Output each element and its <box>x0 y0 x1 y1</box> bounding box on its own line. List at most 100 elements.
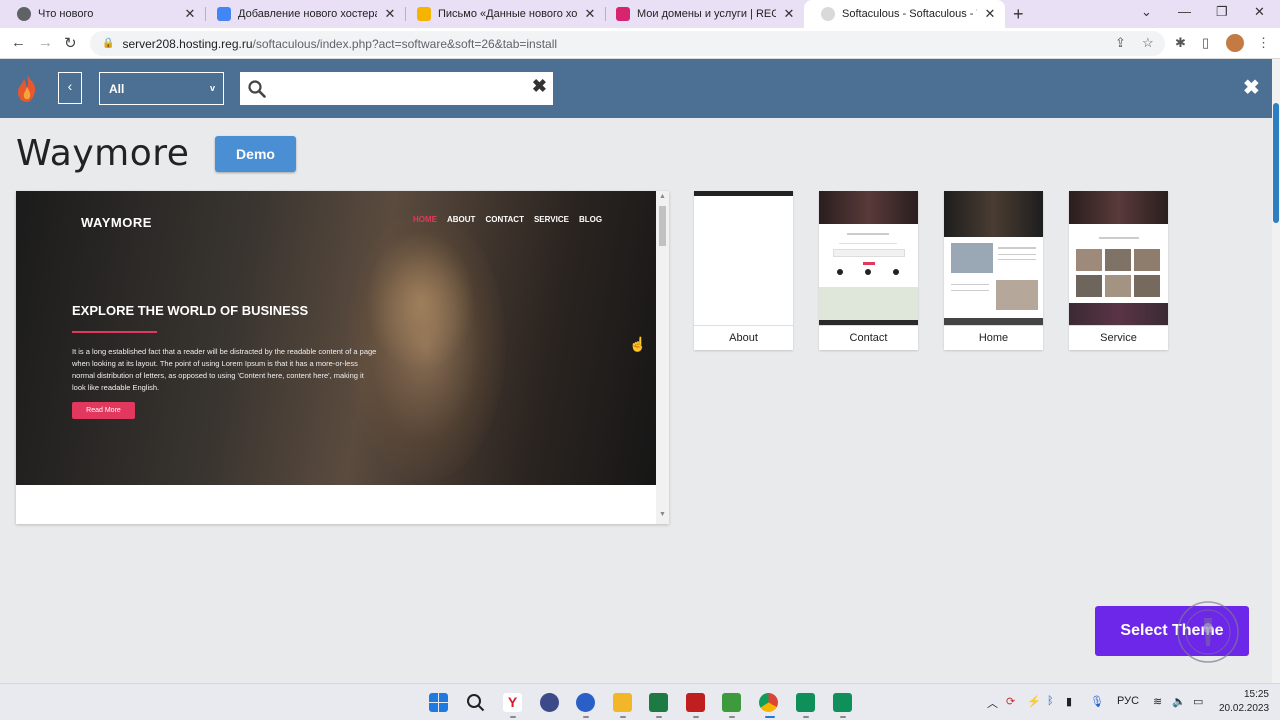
clock-time: 15:25 <box>1243 689 1269 700</box>
tray-microphone-icon[interactable]: 🎙 <box>1090 695 1104 708</box>
softaculous-logo-icon[interactable] <box>14 73 40 103</box>
chevron-down-icon: v <box>209 83 215 93</box>
taskbar-clock[interactable]: 15:25 20.02.2023 <box>1219 688 1269 716</box>
page-thumb-service[interactable]: Service <box>1069 191 1168 350</box>
taskbar-running-indicator <box>803 716 809 718</box>
camtasia-icon[interactable] <box>796 693 815 712</box>
preview-nav-home: HOME <box>413 215 437 224</box>
browser-tab-whats-new[interactable]: Что нового ✕ <box>0 0 205 28</box>
taskbar-running-indicator <box>729 716 735 718</box>
profile-avatar[interactable] <box>1226 34 1244 52</box>
page-thumb-image <box>694 191 793 325</box>
tray-sync-icon[interactable]: ⟳ <box>1006 695 1015 708</box>
url-host: server208.hosting.reg.ru <box>122 36 253 51</box>
kebab-menu-icon[interactable]: ⋮ <box>1257 35 1270 51</box>
excel-icon[interactable] <box>649 693 668 712</box>
tray-battery-icon[interactable]: ▭ <box>1193 695 1203 708</box>
close-icon[interactable]: ✕ <box>583 6 597 22</box>
softaculous-header: ‹ All v ✖ ✖ <box>0 59 1272 118</box>
tray-usb-icon[interactable]: ⚡ <box>1027 695 1041 708</box>
preview-site-logo: WAYMORE <box>81 215 152 230</box>
thumb-text-line <box>998 254 1036 255</box>
extensions-icon[interactable]: ✱ <box>1175 35 1186 51</box>
tray-bluetooth-icon[interactable]: ᛒ <box>1047 695 1054 707</box>
side-panel-icon[interactable]: ▯ <box>1202 35 1209 51</box>
thumb-text-line <box>839 243 897 244</box>
page-thumb-image <box>944 191 1043 325</box>
thumb-icon <box>865 269 871 275</box>
theme-title: Waymore <box>16 133 190 174</box>
page-thumb-contact[interactable]: Contact <box>819 191 918 350</box>
tray-chevron-up-icon[interactable]: ︿ <box>987 695 998 711</box>
camtasia-recorder-icon[interactable] <box>833 693 852 712</box>
category-select-value: All <box>109 82 125 96</box>
clear-search-icon[interactable]: ✖ <box>532 76 547 97</box>
tray-wifi-icon[interactable]: ≋ <box>1153 695 1162 708</box>
search-icon[interactable] <box>466 693 485 712</box>
notepad-icon[interactable] <box>722 693 741 712</box>
preview-nav-blog: BLOG <box>578 215 603 224</box>
close-icon[interactable]: ✕ <box>383 6 397 22</box>
close-icon[interactable]: ✕ <box>983 6 997 22</box>
url-field[interactable]: 🔒 server208.hosting.reg.ru/softaculous/i… <box>90 31 1165 56</box>
scroll-down-arrow-icon[interactable]: ▼ <box>659 511 666 518</box>
scroll-up-arrow-icon[interactable]: ▲ <box>659 193 666 200</box>
vpn-lock-icon[interactable] <box>540 693 559 712</box>
file-explorer-icon[interactable] <box>613 693 632 712</box>
restore-icon[interactable]: ❐ <box>1216 4 1228 20</box>
docs-icon <box>217 7 231 21</box>
browser-tab-mail[interactable]: Письмо «Данные нового хостинга ✕ <box>400 0 605 28</box>
back-arrow-icon[interactable]: ← <box>11 34 26 51</box>
bookmark-star-icon[interactable]: ☆ <box>1142 35 1154 51</box>
demo-button[interactable]: Demo <box>215 136 296 172</box>
page-scrollbar-thumb[interactable] <box>1273 103 1279 223</box>
collapse-sidebar-button[interactable]: ‹ <box>58 72 82 104</box>
preview-read-more-button: Read More <box>72 402 135 419</box>
language-indicator[interactable]: РУС <box>1117 695 1139 707</box>
browser-tab-regru[interactable]: Мои домены и услуги | REG.RU ✕ <box>599 0 804 28</box>
page-thumb-label: Contact <box>819 325 918 350</box>
thumb-footer <box>1069 303 1168 325</box>
thumb-text-line <box>998 259 1036 260</box>
app-icon[interactable] <box>576 693 595 712</box>
minimize-icon[interactable]: — <box>1178 4 1191 19</box>
theme-preview[interactable]: WAYMORE HOME ABOUT CONTACT SERVICE BLOG … <box>16 191 669 524</box>
browser-tabstrip: Что нового ✕ Добавление нового хостера н… <box>0 0 1280 28</box>
tab-title: Что нового <box>38 8 94 20</box>
search-input[interactable] <box>274 77 524 100</box>
yandex-browser-icon[interactable]: Y <box>503 693 522 712</box>
taskbar-running-indicator <box>583 716 589 718</box>
filezilla-icon[interactable] <box>686 693 705 712</box>
clock-date: 20.02.2023 <box>1219 703 1270 714</box>
page-thumb-label: Service <box>1069 325 1168 350</box>
tab-search-chevron-icon[interactable]: ⌄ <box>1141 4 1152 20</box>
preview-scrollbar[interactable]: ▲ ▼ <box>656 191 669 524</box>
tray-volume-icon[interactable]: 🔈 <box>1172 695 1186 708</box>
thumb-icon <box>837 269 843 275</box>
page-thumb-about[interactable]: About <box>694 191 793 350</box>
reload-icon[interactable]: ↻ <box>64 34 77 52</box>
close-panel-icon[interactable]: ✖ <box>1243 75 1260 100</box>
share-icon[interactable]: ⇪ <box>1115 35 1126 51</box>
preview-scrollbar-thumb[interactable] <box>659 206 666 246</box>
watermark-stamp <box>1177 601 1239 663</box>
page-thumb-image <box>1069 191 1168 325</box>
page-scrollbar[interactable] <box>1272 59 1280 683</box>
tray-app-icon[interactable]: ▮ <box>1066 695 1072 708</box>
thumb-image <box>996 280 1038 310</box>
thumb-footer <box>944 318 1043 325</box>
page-thumb-home[interactable]: Home <box>944 191 1043 350</box>
browser-tab-docs[interactable]: Добавление нового хостера на ✕ <box>200 0 405 28</box>
windows-taskbar: Y ︿ ⟳ ⚡ ᛒ ▮ 🎙 РУС ≋ 🔈 ▭ 15:25 20.02.2023 <box>0 683 1280 720</box>
forward-arrow-icon[interactable]: → <box>38 34 53 51</box>
chrome-icon[interactable] <box>759 693 778 712</box>
close-icon[interactable]: ✕ <box>782 6 796 22</box>
close-icon[interactable]: ✕ <box>183 6 197 22</box>
new-tab-icon[interactable]: + <box>1013 4 1024 25</box>
window-close-icon[interactable]: ✕ <box>1254 4 1265 20</box>
windows-start-icon[interactable] <box>429 693 448 712</box>
thumb-header-strip <box>694 191 793 196</box>
browser-tab-softaculous[interactable]: Softaculous - Softaculous - WordPress ✕ <box>804 0 1005 28</box>
category-select[interactable]: All v <box>99 72 224 105</box>
preview-nav-about: ABOUT <box>447 215 476 224</box>
